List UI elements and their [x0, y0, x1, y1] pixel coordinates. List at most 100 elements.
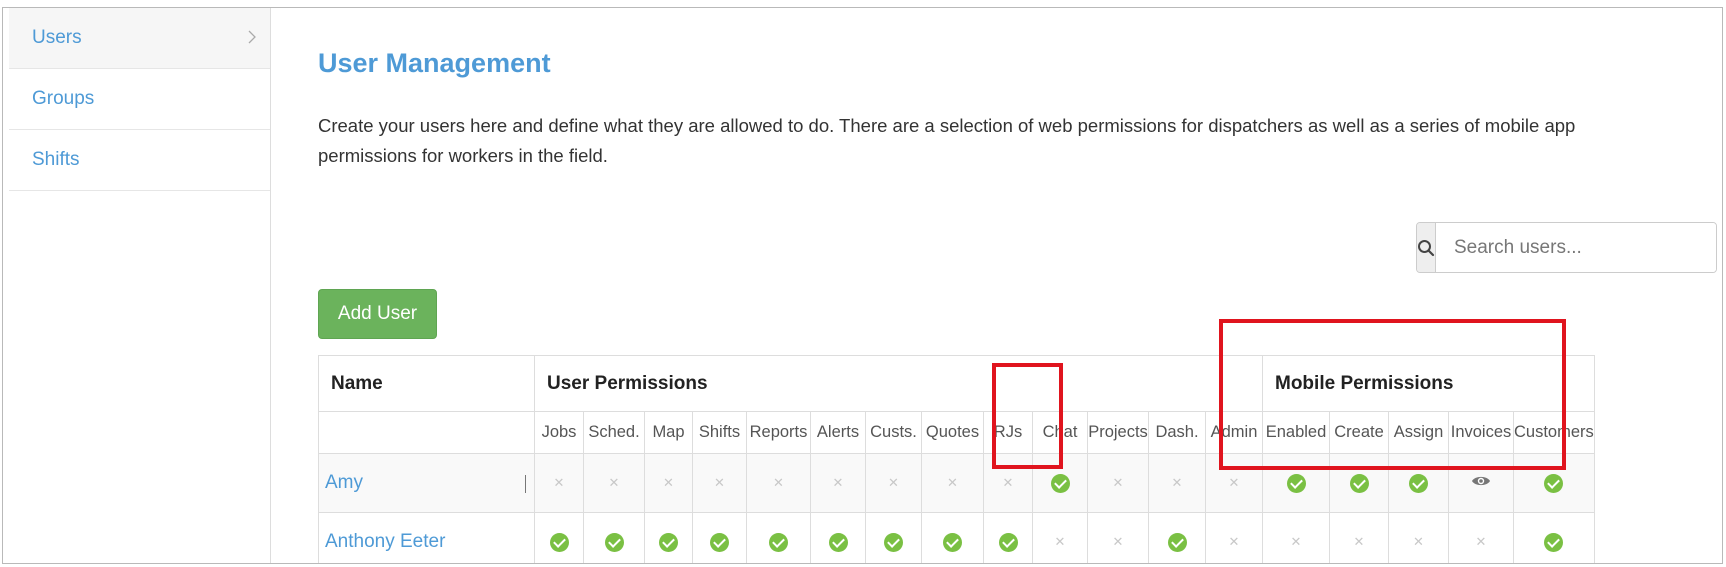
user-name-link[interactable]: Amy — [318, 453, 535, 513]
permission-cell[interactable]: ✕ — [1262, 512, 1330, 563]
permission-column-header: Reports — [746, 411, 811, 454]
permission-cell[interactable]: ✕ — [1329, 512, 1389, 563]
permission-column-header: Map — [644, 411, 693, 454]
sidebar-item-users[interactable]: Users — [9, 8, 270, 69]
check-circle-icon[interactable] — [1544, 532, 1564, 552]
check-circle-icon[interactable] — [828, 532, 848, 552]
check-circle-icon[interactable] — [1544, 473, 1564, 493]
user-name-text: Anthony Eeter — [325, 531, 446, 552]
sidebar-item-label: Users — [32, 27, 82, 48]
permission-cell[interactable] — [865, 512, 922, 563]
x-mark-icon[interactable]: ✕ — [1003, 475, 1014, 490]
permission-cell[interactable] — [692, 512, 747, 563]
check-circle-icon[interactable] — [1409, 473, 1428, 493]
check-circle-icon[interactable] — [998, 532, 1018, 552]
user-name-link[interactable]: Anthony Eeter — [318, 512, 535, 563]
permission-cell[interactable] — [1032, 453, 1088, 513]
mobile-permission-column-header: Enabled — [1262, 411, 1330, 454]
permission-column-header: Quotes — [921, 411, 984, 454]
permission-cell[interactable] — [1329, 453, 1389, 513]
x-mark-icon[interactable]: ✕ — [833, 475, 844, 490]
check-circle-icon[interactable] — [604, 532, 624, 552]
x-mark-icon[interactable]: ✕ — [714, 475, 725, 490]
x-mark-icon[interactable]: ✕ — [1113, 475, 1124, 490]
page-title: User Management — [318, 48, 551, 78]
sidebar-item-label: Shifts — [32, 149, 80, 170]
check-circle-icon[interactable] — [1167, 532, 1187, 552]
check-circle-icon[interactable] — [884, 532, 903, 552]
permission-cell[interactable]: ✕ — [921, 453, 984, 513]
permission-cell[interactable]: ✕ — [746, 453, 811, 513]
permission-cell[interactable]: ✕ — [983, 453, 1033, 513]
permission-cell[interactable] — [1388, 453, 1449, 513]
x-mark-icon[interactable]: ✕ — [1229, 534, 1240, 549]
mobile-permission-column-header: Invoices — [1448, 411, 1514, 454]
permission-cell[interactable]: ✕ — [1205, 512, 1263, 563]
x-mark-icon[interactable]: ✕ — [554, 475, 565, 490]
permission-cell[interactable]: ✕ — [1205, 453, 1263, 513]
check-circle-icon[interactable] — [549, 532, 569, 552]
mobile-permission-column-header: Customers — [1513, 411, 1595, 454]
search-icon[interactable] — [1417, 223, 1436, 272]
check-circle-icon[interactable] — [769, 532, 788, 552]
x-mark-icon[interactable]: ✕ — [1354, 534, 1365, 549]
x-mark-icon[interactable]: ✕ — [888, 475, 899, 490]
check-circle-icon[interactable] — [1349, 473, 1369, 493]
user-name-text: Amy — [325, 472, 363, 493]
sidebar-item-groups[interactable]: Groups — [9, 69, 270, 130]
permission-cell[interactable]: ✕ — [534, 453, 584, 513]
permission-cell[interactable]: ✕ — [644, 453, 693, 513]
permission-column-header: Jobs — [534, 411, 584, 454]
eye-icon[interactable] — [1471, 474, 1491, 493]
x-mark-icon[interactable]: ✕ — [1229, 475, 1240, 490]
check-circle-icon[interactable] — [943, 532, 962, 552]
x-mark-icon[interactable]: ✕ — [663, 475, 674, 490]
permission-cell[interactable]: ✕ — [583, 453, 645, 513]
permission-cell[interactable] — [1262, 453, 1330, 513]
permission-cell[interactable] — [746, 512, 811, 563]
permission-cell[interactable]: ✕ — [1087, 453, 1149, 513]
permission-cell[interactable] — [810, 512, 866, 563]
name-subheader — [318, 411, 535, 454]
permission-column-header: Shifts — [692, 411, 747, 454]
permission-cell[interactable]: ✕ — [810, 453, 866, 513]
search-input[interactable] — [1436, 223, 1716, 272]
check-circle-icon[interactable] — [710, 532, 729, 552]
mobile-permission-column-header: Create — [1329, 411, 1389, 454]
permission-cell[interactable] — [1513, 453, 1595, 513]
permission-cell[interactable]: ✕ — [1032, 512, 1088, 563]
x-mark-icon[interactable]: ✕ — [947, 475, 958, 490]
check-circle-icon[interactable] — [1050, 473, 1070, 493]
x-mark-icon[interactable]: ✕ — [1413, 534, 1424, 549]
x-mark-icon[interactable]: ✕ — [1055, 534, 1066, 549]
permission-cell[interactable] — [1513, 512, 1595, 563]
app-frame: Users Groups Shifts User Management Crea… — [2, 7, 1723, 564]
name-column-header: Name — [318, 355, 535, 412]
sidebar-item-shifts[interactable]: Shifts — [9, 130, 270, 191]
x-mark-icon[interactable]: ✕ — [1172, 475, 1183, 490]
permission-cell[interactable]: ✕ — [1448, 512, 1514, 563]
x-mark-icon[interactable]: ✕ — [1291, 534, 1302, 549]
permission-cell[interactable] — [534, 512, 584, 563]
permission-column-header: RJs — [983, 411, 1033, 454]
permission-cell[interactable] — [583, 512, 645, 563]
table-row: Amy ✕ ✕ ✕ ✕ ✕ ✕ ✕ ✕ ✕ ✕ ✕ ✕ — [318, 453, 1595, 513]
permission-cell[interactable]: ✕ — [692, 453, 747, 513]
permission-cell[interactable] — [983, 512, 1033, 563]
x-mark-icon[interactable]: ✕ — [773, 475, 784, 490]
permission-cell[interactable] — [644, 512, 693, 563]
add-user-button[interactable]: Add User — [318, 289, 437, 339]
permission-cell[interactable]: ✕ — [865, 453, 922, 513]
permission-cell[interactable]: ✕ — [1087, 512, 1149, 563]
chevron-right-icon — [248, 30, 256, 44]
permission-cell[interactable]: ✕ — [1388, 512, 1449, 563]
permission-cell[interactable] — [1448, 453, 1514, 513]
x-mark-icon[interactable]: ✕ — [609, 475, 620, 490]
permission-cell[interactable] — [921, 512, 984, 563]
permission-cell[interactable] — [1148, 512, 1206, 563]
permission-cell[interactable]: ✕ — [1148, 453, 1206, 513]
check-circle-icon[interactable] — [1286, 473, 1306, 493]
x-mark-icon[interactable]: ✕ — [1113, 534, 1124, 549]
check-circle-icon[interactable] — [659, 532, 678, 552]
x-mark-icon[interactable]: ✕ — [1476, 534, 1487, 549]
